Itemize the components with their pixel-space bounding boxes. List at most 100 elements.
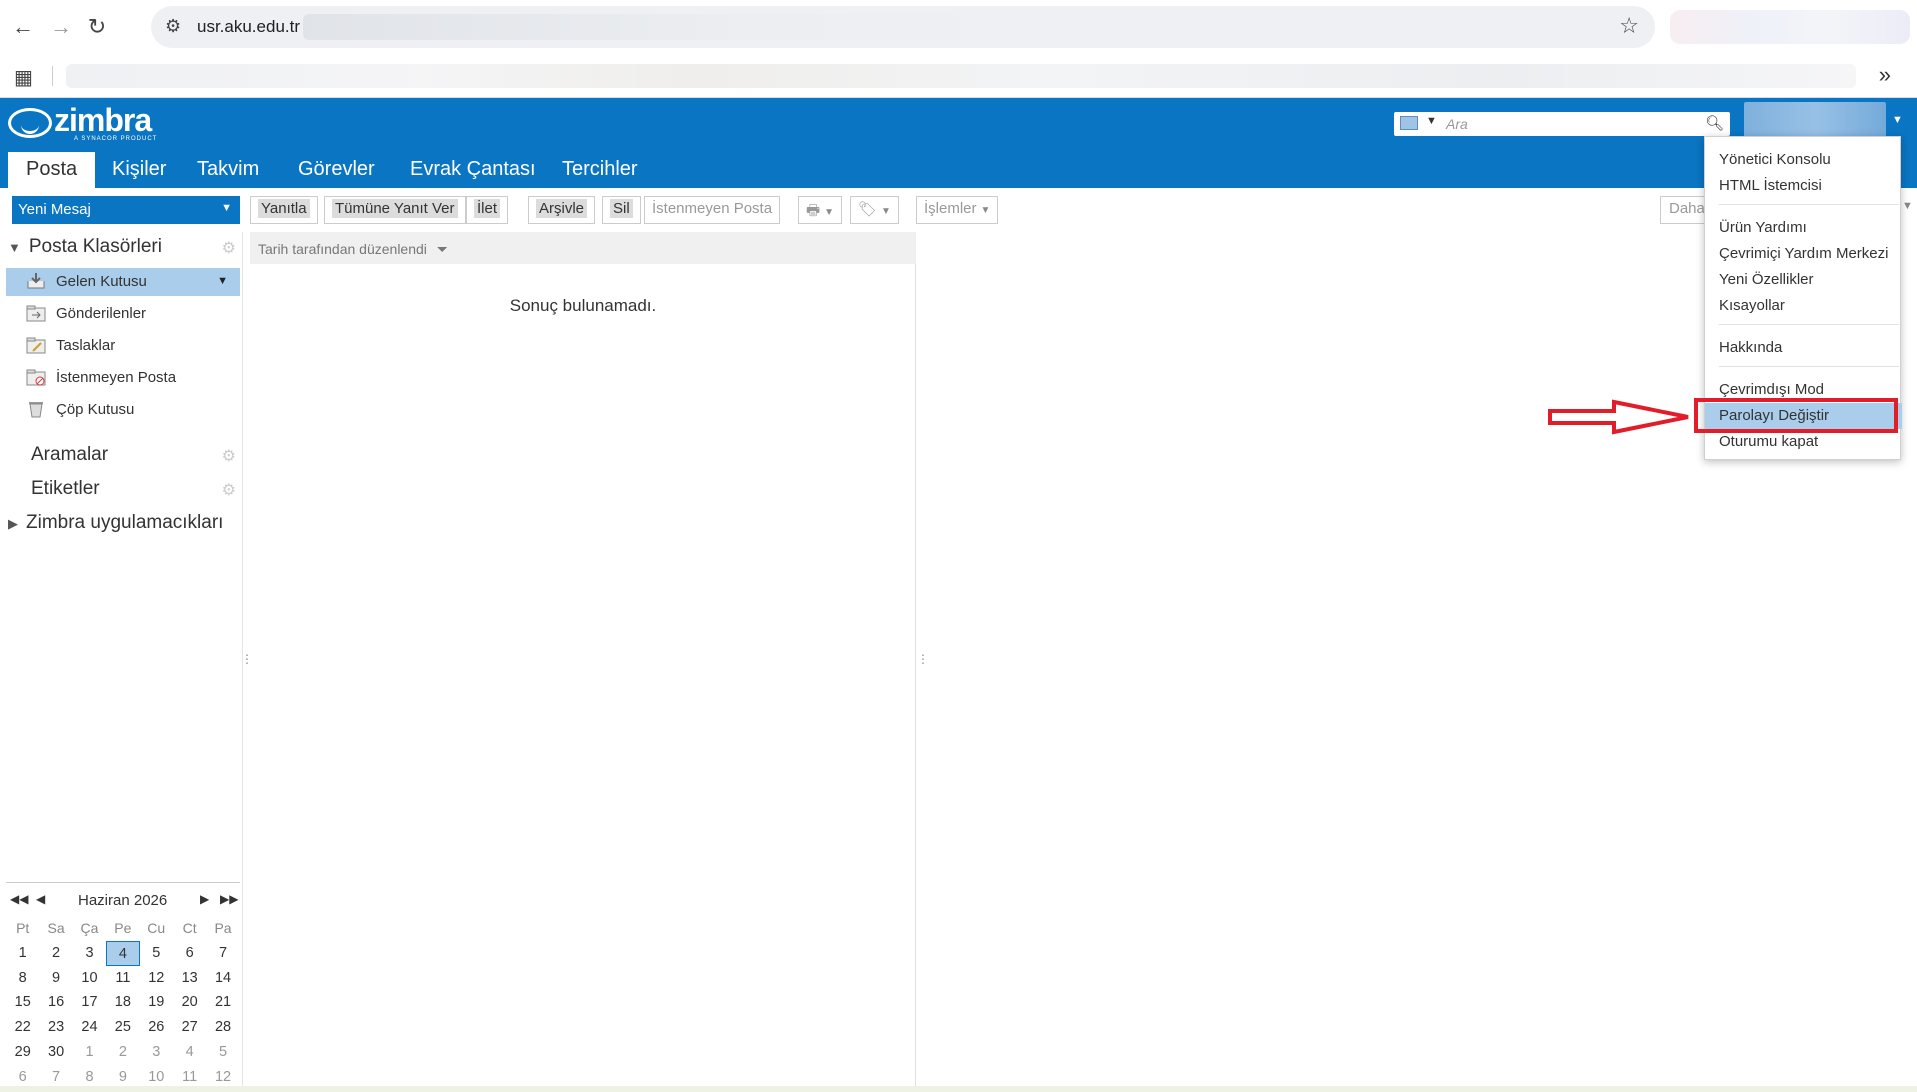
gear-icon[interactable]: ⚙ — [222, 238, 236, 258]
delete-button[interactable]: Sil — [602, 196, 641, 224]
calendar-day[interactable]: 29 — [6, 1040, 39, 1065]
prev-year-icon[interactable]: ◀◀ — [10, 892, 28, 906]
tab-tercihler[interactable]: Tercihler — [544, 152, 656, 188]
next-year-icon[interactable]: ▶▶ — [220, 892, 238, 906]
tab-posta[interactable]: Posta — [8, 152, 96, 188]
tab-takvim[interactable]: Takvim — [179, 152, 277, 188]
calendar-day[interactable]: 17 — [73, 990, 106, 1015]
folder-drafts[interactable]: Taslaklar — [6, 332, 240, 360]
menu-item-new-features[interactable]: Yeni Özellikler — [1705, 267, 1902, 293]
url-text[interactable]: usr.aku.edu.tr — [197, 17, 300, 37]
calendar-day[interactable]: 25 — [106, 1015, 139, 1040]
archive-button[interactable]: Arşivle — [528, 196, 596, 224]
calendar-day[interactable]: 2 — [39, 941, 72, 966]
calendar-day[interactable]: 5 — [206, 1040, 239, 1065]
mail-search-type-icon[interactable] — [1400, 116, 1418, 130]
mail-folders-header[interactable]: ▼ Posta Klasörleri — [8, 236, 162, 258]
calendar-day[interactable]: 12 — [140, 966, 173, 991]
calendar-day[interactable]: 26 — [140, 1015, 173, 1040]
forward-button[interactable]: İlet — [466, 196, 509, 224]
chevron-down-icon[interactable]: ▼ — [217, 275, 228, 287]
calendar-day[interactable]: 21 — [206, 990, 239, 1015]
gear-icon[interactable]: ⚙ — [222, 480, 236, 500]
tab-gorevler[interactable]: Görevler — [280, 152, 393, 188]
calendar-day[interactable]: 6 — [173, 941, 206, 966]
back-icon[interactable]: ← — [6, 10, 40, 44]
site-settings-icon[interactable]: ⚙ — [165, 16, 181, 37]
calendar-day[interactable]: 4 — [173, 1040, 206, 1065]
prev-month-icon[interactable]: ◀ — [36, 892, 45, 906]
menu-item-shortcuts[interactable]: Kısayollar — [1705, 293, 1902, 319]
tab-evrak-cantasi[interactable]: Evrak Çantası — [392, 152, 554, 188]
calendar-day[interactable]: 1 — [73, 1040, 106, 1065]
tag-button[interactable]: 🏷 ▼ — [850, 196, 899, 224]
calendar-day[interactable]: 14 — [206, 966, 239, 991]
more-bookmarks-icon[interactable]: » — [1879, 62, 1891, 88]
calendar-day[interactable]: 22 — [6, 1015, 39, 1040]
calendar-day[interactable]: 10 — [73, 966, 106, 991]
calendar-day[interactable]: 11 — [106, 966, 139, 991]
calendar-day[interactable]: 4 — [106, 940, 140, 966]
next-month-icon[interactable]: ▶ — [200, 892, 209, 906]
calendar-day[interactable]: 2 — [106, 1040, 139, 1065]
calendar-day[interactable]: 15 — [6, 990, 39, 1015]
more-button[interactable]: Daha — [1660, 196, 1710, 224]
spam-button[interactable]: İstenmeyen Posta — [644, 196, 781, 224]
menu-item-html-client[interactable]: HTML İstemcisi — [1705, 173, 1902, 199]
sort-header[interactable]: Tarih tarafından düzenlendi ⏷ — [250, 232, 916, 264]
print-button[interactable]: 🖶 ▼ — [798, 196, 843, 224]
apps-grid-icon[interactable]: ▦ — [14, 65, 33, 90]
address-bar[interactable]: ⚙ usr.aku.edu.tr ☆ — [151, 6, 1655, 48]
tab-kisiler[interactable]: Kişiler — [94, 152, 184, 188]
menu-item-product-help[interactable]: Ürün Yardımı — [1705, 215, 1902, 241]
folder-spam[interactable]: İstenmeyen Posta — [6, 364, 240, 392]
calendar-day[interactable]: 13 — [173, 966, 206, 991]
calendar-day[interactable]: 3 — [73, 941, 106, 966]
calendar-day[interactable]: 18 — [106, 990, 139, 1015]
calendar-day[interactable]: 8 — [6, 966, 39, 991]
calendar-day[interactable]: 9 — [39, 966, 72, 991]
search-icon[interactable]: 🔍︎ — [1705, 114, 1724, 132]
search-input[interactable]: Ara — [1446, 116, 1468, 132]
folder-sent[interactable]: Gönderilenler — [6, 300, 240, 328]
calendar-day[interactable]: 19 — [140, 990, 173, 1015]
sort-funnel-icon[interactable]: ⏷ — [437, 241, 448, 257]
splitter-grip-icon[interactable]: ⋮ — [917, 652, 929, 666]
menu-item-admin-console[interactable]: Yönetici Konsolu — [1705, 147, 1902, 173]
user-name-redacted[interactable] — [1744, 102, 1886, 138]
collapse-triangle-icon[interactable]: ▼ — [8, 240, 21, 255]
chevron-down-icon[interactable]: ▼ — [1426, 115, 1437, 127]
calendar-day[interactable]: 3 — [140, 1040, 173, 1065]
calendar-day[interactable]: 23 — [39, 1015, 72, 1040]
calendar-day[interactable]: 20 — [173, 990, 206, 1015]
reply-all-button[interactable]: Tümüne Yanıt Ver — [324, 196, 466, 224]
zimlets-header[interactable]: ▶ Zimbra uygulamacıkları — [8, 512, 223, 534]
gear-icon[interactable]: ⚙ — [222, 446, 236, 466]
calendar-month[interactable]: Haziran 2026 — [78, 892, 167, 909]
bookmark-star-icon[interactable]: ☆ — [1619, 13, 1639, 39]
searches-header[interactable]: Aramalar — [31, 444, 108, 466]
search-box[interactable]: ▼ Ara 🔍︎ — [1394, 112, 1730, 136]
forward-icon[interactable]: → — [44, 10, 78, 44]
calendar-day[interactable]: 5 — [140, 941, 173, 966]
tags-header[interactable]: Etiketler — [31, 478, 100, 500]
calendar-day[interactable]: 28 — [206, 1015, 239, 1040]
reply-button[interactable]: Yanıtla — [250, 196, 318, 224]
calendar-day[interactable]: 16 — [39, 990, 72, 1015]
chevron-down-icon[interactable]: ▼ — [221, 202, 232, 214]
menu-item-online-help[interactable]: Çevrimiçi Yardım Merkezi — [1705, 241, 1902, 267]
calendar-day[interactable]: 30 — [39, 1040, 72, 1065]
calendar-day[interactable]: 1 — [6, 941, 39, 966]
folder-trash[interactable]: Çöp Kutusu — [6, 396, 240, 424]
calendar-day[interactable]: 24 — [73, 1015, 106, 1040]
expand-triangle-icon[interactable]: ▶ — [8, 516, 18, 531]
reload-icon[interactable]: ↻ — [80, 10, 114, 44]
user-menu-chevron-icon[interactable]: ▼ — [1892, 114, 1903, 126]
calendar-day[interactable]: 27 — [173, 1015, 206, 1040]
chevron-down-icon[interactable]: ▼ — [1902, 200, 1913, 212]
actions-button[interactable]: İşlemler ▼ — [916, 196, 999, 224]
folder-inbox[interactable]: Gelen Kutusu ▼ — [6, 268, 240, 296]
calendar-day[interactable]: 7 — [206, 941, 239, 966]
menu-item-about[interactable]: Hakkında — [1705, 335, 1902, 361]
new-message-button[interactable]: Yeni Mesaj ▼ — [12, 196, 240, 224]
